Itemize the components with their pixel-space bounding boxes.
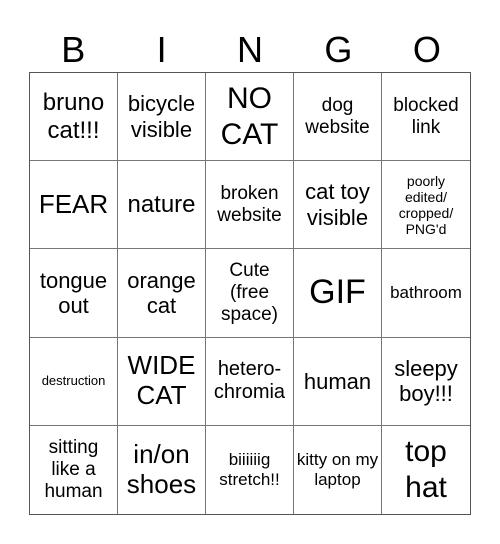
bingo-cell[interactable]: hetero-chromia <box>206 337 294 426</box>
bingo-cell[interactable]: human <box>294 337 382 426</box>
bingo-free-space[interactable]: GIF <box>294 249 382 338</box>
bingo-cell[interactable]: top hat <box>382 426 470 514</box>
bingo-cell[interactable]: orange cat <box>118 249 206 338</box>
bingo-cell[interactable]: dog website <box>294 73 382 162</box>
bingo-cell[interactable]: bicycle visible <box>118 73 206 162</box>
bingo-cell[interactable]: blocked link <box>382 73 470 162</box>
bingo-cell[interactable]: destruction <box>30 337 118 426</box>
header-letter-i: I <box>156 29 167 70</box>
bingo-cell[interactable]: nature <box>118 161 206 250</box>
header-letter-n: N <box>237 29 264 70</box>
bingo-cell[interactable]: bruno cat!!! <box>30 73 118 162</box>
bingo-card: bruno cat!!! bicycle visible NO CAT dog … <box>29 72 471 515</box>
bingo-cell[interactable]: WIDE CAT <box>118 337 206 426</box>
bingo-cell[interactable]: kitty on my laptop <box>294 425 382 514</box>
bingo-cell[interactable]: broken website <box>206 161 294 250</box>
bingo-cell[interactable]: cat toy visible <box>294 161 382 250</box>
bingo-cell[interactable]: NO CAT <box>206 73 294 162</box>
bingo-cell[interactable]: poorly edited/ cropped/ PNG'd <box>382 161 470 250</box>
header-letter-o: O <box>412 29 441 70</box>
header-letter-g: G <box>324 29 353 70</box>
bingo-cell[interactable]: bathroom <box>382 249 470 338</box>
bingo-cell[interactable]: tongue out <box>30 249 118 338</box>
bingo-cell[interactable]: sleepy boy!!! <box>382 338 470 426</box>
bingo-cell[interactable]: sitting like a human <box>30 425 118 514</box>
bingo-cell[interactable]: in/on shoes <box>118 425 206 514</box>
header-letter-b: B <box>61 29 86 70</box>
bingo-cell[interactable]: biiiiiig stretch!! <box>206 425 294 514</box>
bingo-cell[interactable]: Cute (free space) <box>206 249 294 338</box>
bingo-header: B I N G O <box>29 28 471 72</box>
bingo-cell[interactable]: FEAR <box>30 161 118 250</box>
